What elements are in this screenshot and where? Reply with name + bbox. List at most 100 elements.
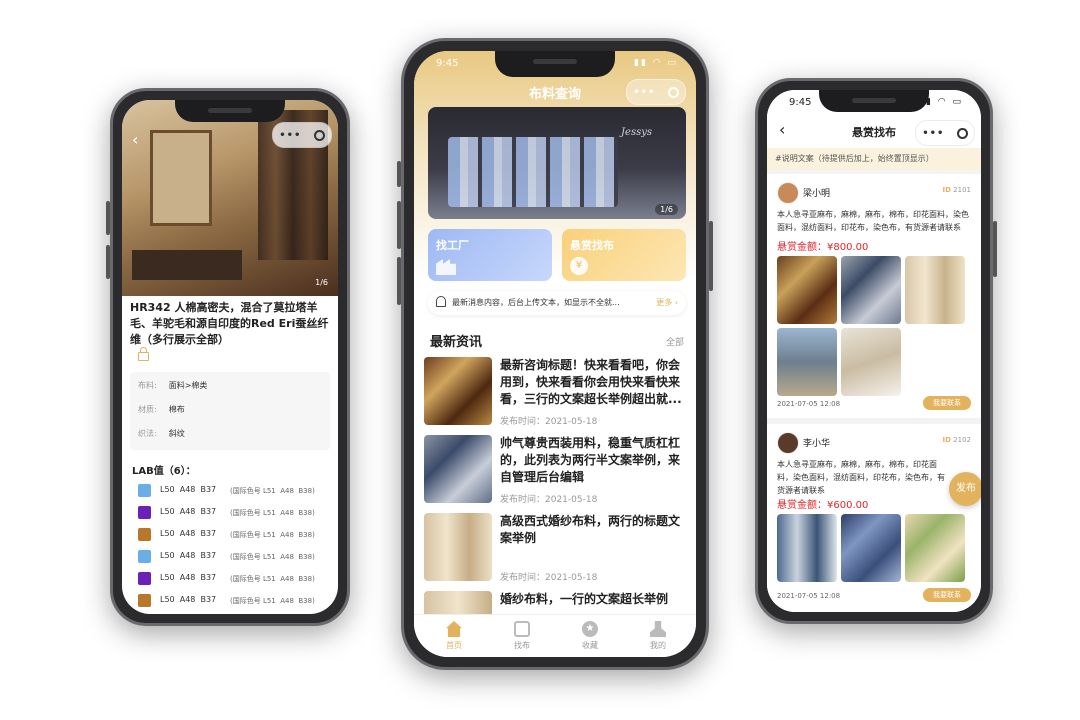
news-item[interactable]: 最新咨询标题！快来看看吧，你会用到，快来看看你会用快来看快来看，三行的文案超长举…	[424, 357, 688, 427]
money-bag-icon: ¥	[570, 257, 588, 275]
post-text: 本人急寻亚麻布，麻棉，麻布，棉布，印花面料，染色面料，混纺面料，印花布，染色布，…	[777, 210, 969, 232]
notice-bar[interactable]: 最新消息内容，后台上传文本，如显示不全就... 更多 ›	[428, 291, 686, 315]
fabric-photo[interactable]	[841, 328, 901, 396]
signal-battery-icon: ▮▮ ◠ ▭	[634, 58, 678, 68]
power-button	[993, 221, 997, 277]
factory-icon	[436, 259, 456, 275]
fabric-photo[interactable]	[841, 256, 901, 324]
avatar	[777, 432, 799, 454]
color-swatch	[138, 506, 151, 519]
notch	[175, 100, 285, 122]
banner-counter: 1/6	[315, 278, 328, 287]
more-icon[interactable]: •••	[922, 128, 944, 139]
tab-home[interactable]: 首页	[424, 621, 484, 651]
lab-value: L50 A48 B37	[160, 485, 217, 494]
tab-bar: 首页 找布 ★ 收藏 我的	[414, 614, 696, 657]
publish-button[interactable]: 发布	[949, 472, 981, 506]
lab-value: L50 A48 B37	[160, 595, 217, 604]
notice-more-link[interactable]: 更多 ›	[656, 297, 678, 308]
lab-row: L50 A48 B37 (国际色号 L51 A48 B38)	[138, 504, 328, 522]
lab-value: L50 A48 B37	[160, 573, 217, 582]
tab-mine[interactable]: 我的	[628, 621, 688, 651]
home-icon	[446, 621, 462, 637]
post-time: 2021-07-05 12:08	[777, 400, 841, 408]
bounty-post[interactable]: 梁小明 ID 2101 本人急寻亚麻布，麻棉，麻布，棉布，印花面料，染色面料，混…	[767, 174, 981, 418]
close-circle-icon[interactable]	[956, 127, 968, 139]
center-phone: 9:45 ▮▮ ◠ ▭ 布料查询 ••• Jessys 1/6 找工厂 悬赏找布 …	[397, 38, 713, 670]
lab-note: (国际色号 L51 A48 B38)	[230, 553, 315, 561]
spec-row: 布料: 面料>棉类	[138, 381, 208, 390]
notch	[495, 51, 615, 77]
news-all-link[interactable]: 全部	[666, 335, 684, 348]
star-icon: ★	[582, 621, 598, 637]
bounty-post[interactable]: 李小华 ID 2102 本人急寻亚麻布，麻棉，麻布，棉布，印花面料，染色面料，混…	[767, 424, 981, 612]
lab-value: L50 A48 B37	[160, 507, 217, 516]
power-button	[709, 221, 713, 291]
lab-row: L50 A48 B37 (国际色号 L51 A48 B38)	[138, 526, 328, 544]
lab-row: L50 A48 B37 (国际色号 L51 A48 B38)	[138, 570, 328, 588]
find-factory-card[interactable]: 找工厂	[428, 229, 552, 281]
mini-program-capsule[interactable]: •••	[626, 79, 686, 105]
spec-row: 织法: 斜纹	[138, 429, 185, 438]
color-swatch	[138, 550, 151, 563]
notch	[819, 90, 929, 112]
explain-banner: #说明文案（待提供后加上，始终置顶显示）	[767, 148, 981, 170]
volume-button	[106, 201, 110, 235]
left-phone: ‹ ••• 1/6 HR342 人棉高密夫，混合了莫拉塔羊毛、羊驼毛和源自印度的…	[106, 88, 350, 626]
fabric-photo[interactable]	[905, 256, 965, 324]
news-thumb	[424, 435, 492, 503]
left-screen: ‹ ••• 1/6 HR342 人棉高密夫，混合了莫拉塔羊毛、羊驼毛和源自印度的…	[122, 100, 338, 614]
fabric-photo[interactable]	[777, 328, 837, 396]
reward: 悬赏金额：¥600.00	[777, 500, 869, 511]
right-phone: 9:45 ▮▮ ◠ ▭ ‹ 悬赏找布 ••• #说明文案（待提供后加上，始终置顶显…	[755, 78, 997, 624]
fabric-photo[interactable]	[841, 514, 901, 582]
mini-program-capsule[interactable]: •••	[272, 122, 332, 148]
runway-banner[interactable]: Jessys 1/6	[428, 107, 686, 219]
volume-button	[106, 245, 110, 279]
color-swatch	[138, 484, 151, 497]
more-icon[interactable]: •••	[279, 130, 301, 141]
spec-row: 材质: 棉布	[138, 405, 185, 414]
mute-switch	[397, 161, 401, 187]
color-swatch	[138, 528, 151, 541]
contact-button[interactable]: 我要联系	[923, 396, 971, 410]
post-user: 李小华	[803, 439, 831, 449]
lab-note: (国际色号 L51 A48 B38)	[230, 575, 315, 583]
spec-panel: 布料: 面料>棉类 材质: 棉布 织法: 斜纹	[130, 372, 330, 450]
back-icon[interactable]: ‹	[132, 130, 138, 149]
search-fabric-icon	[514, 621, 530, 637]
close-circle-icon[interactable]	[313, 129, 325, 141]
right-screen: 9:45 ▮▮ ◠ ▭ ‹ 悬赏找布 ••• #说明文案（待提供后加上，始终置顶显…	[767, 90, 981, 612]
reward: 悬赏金额：¥800.00	[777, 242, 869, 253]
tab-find-fabric[interactable]: 找布	[492, 621, 552, 651]
news-thumb	[424, 513, 492, 581]
post-id: ID 2102	[942, 436, 971, 444]
lab-value: L50 A48 B37	[160, 529, 217, 538]
news-section-title: 最新资讯	[430, 335, 483, 350]
banner-brand: Jessys	[621, 127, 652, 138]
bounty-card[interactable]: 悬赏找布 ¥	[562, 229, 686, 281]
close-circle-icon[interactable]	[667, 86, 679, 98]
bell-icon	[436, 296, 446, 307]
lab-note: (国际色号 L51 A48 B38)	[230, 509, 315, 517]
lab-row: L50 A48 B37 (国际色号 L51 A48 B38)	[138, 482, 328, 500]
news-item[interactable]: 帅气尊贵西装用料，稳重气质杠杠的，此列表为两行半文案举例，来自管理后台编辑 发布…	[424, 435, 688, 505]
volume-button	[397, 257, 401, 305]
news-item[interactable]: 高级西式婚纱布料，两行的标题文案举例 发布时间：2021-05-18	[424, 513, 688, 583]
fabric-photo[interactable]	[777, 256, 837, 324]
notice-text: 最新消息内容，后台上传文本，如显示不全就...	[452, 298, 620, 307]
color-swatch	[138, 572, 151, 585]
post-time: 2021-07-05 12:08	[777, 592, 841, 600]
post-id: ID 2101	[942, 186, 971, 194]
lab-row: L50 A48 B37 (国际色号 L51 A48 B38)	[138, 548, 328, 566]
lab-note: (国际色号 L51 A48 B38)	[230, 597, 315, 605]
lab-note: (国际色号 L51 A48 B38)	[230, 487, 315, 495]
mini-program-capsule[interactable]: •••	[915, 120, 975, 146]
volume-button	[397, 201, 401, 249]
tab-favorites[interactable]: ★ 收藏	[560, 621, 620, 651]
fabric-photo[interactable]	[777, 514, 837, 582]
fabric-photo[interactable]	[905, 514, 965, 582]
contact-button[interactable]: 我要联系	[923, 588, 971, 602]
post-text: 本人急寻亚麻布，麻棉，麻布，棉布，印花面料，染色面料，混纺面料，印花布，染色布，…	[777, 460, 945, 495]
more-icon[interactable]: •••	[633, 87, 655, 98]
